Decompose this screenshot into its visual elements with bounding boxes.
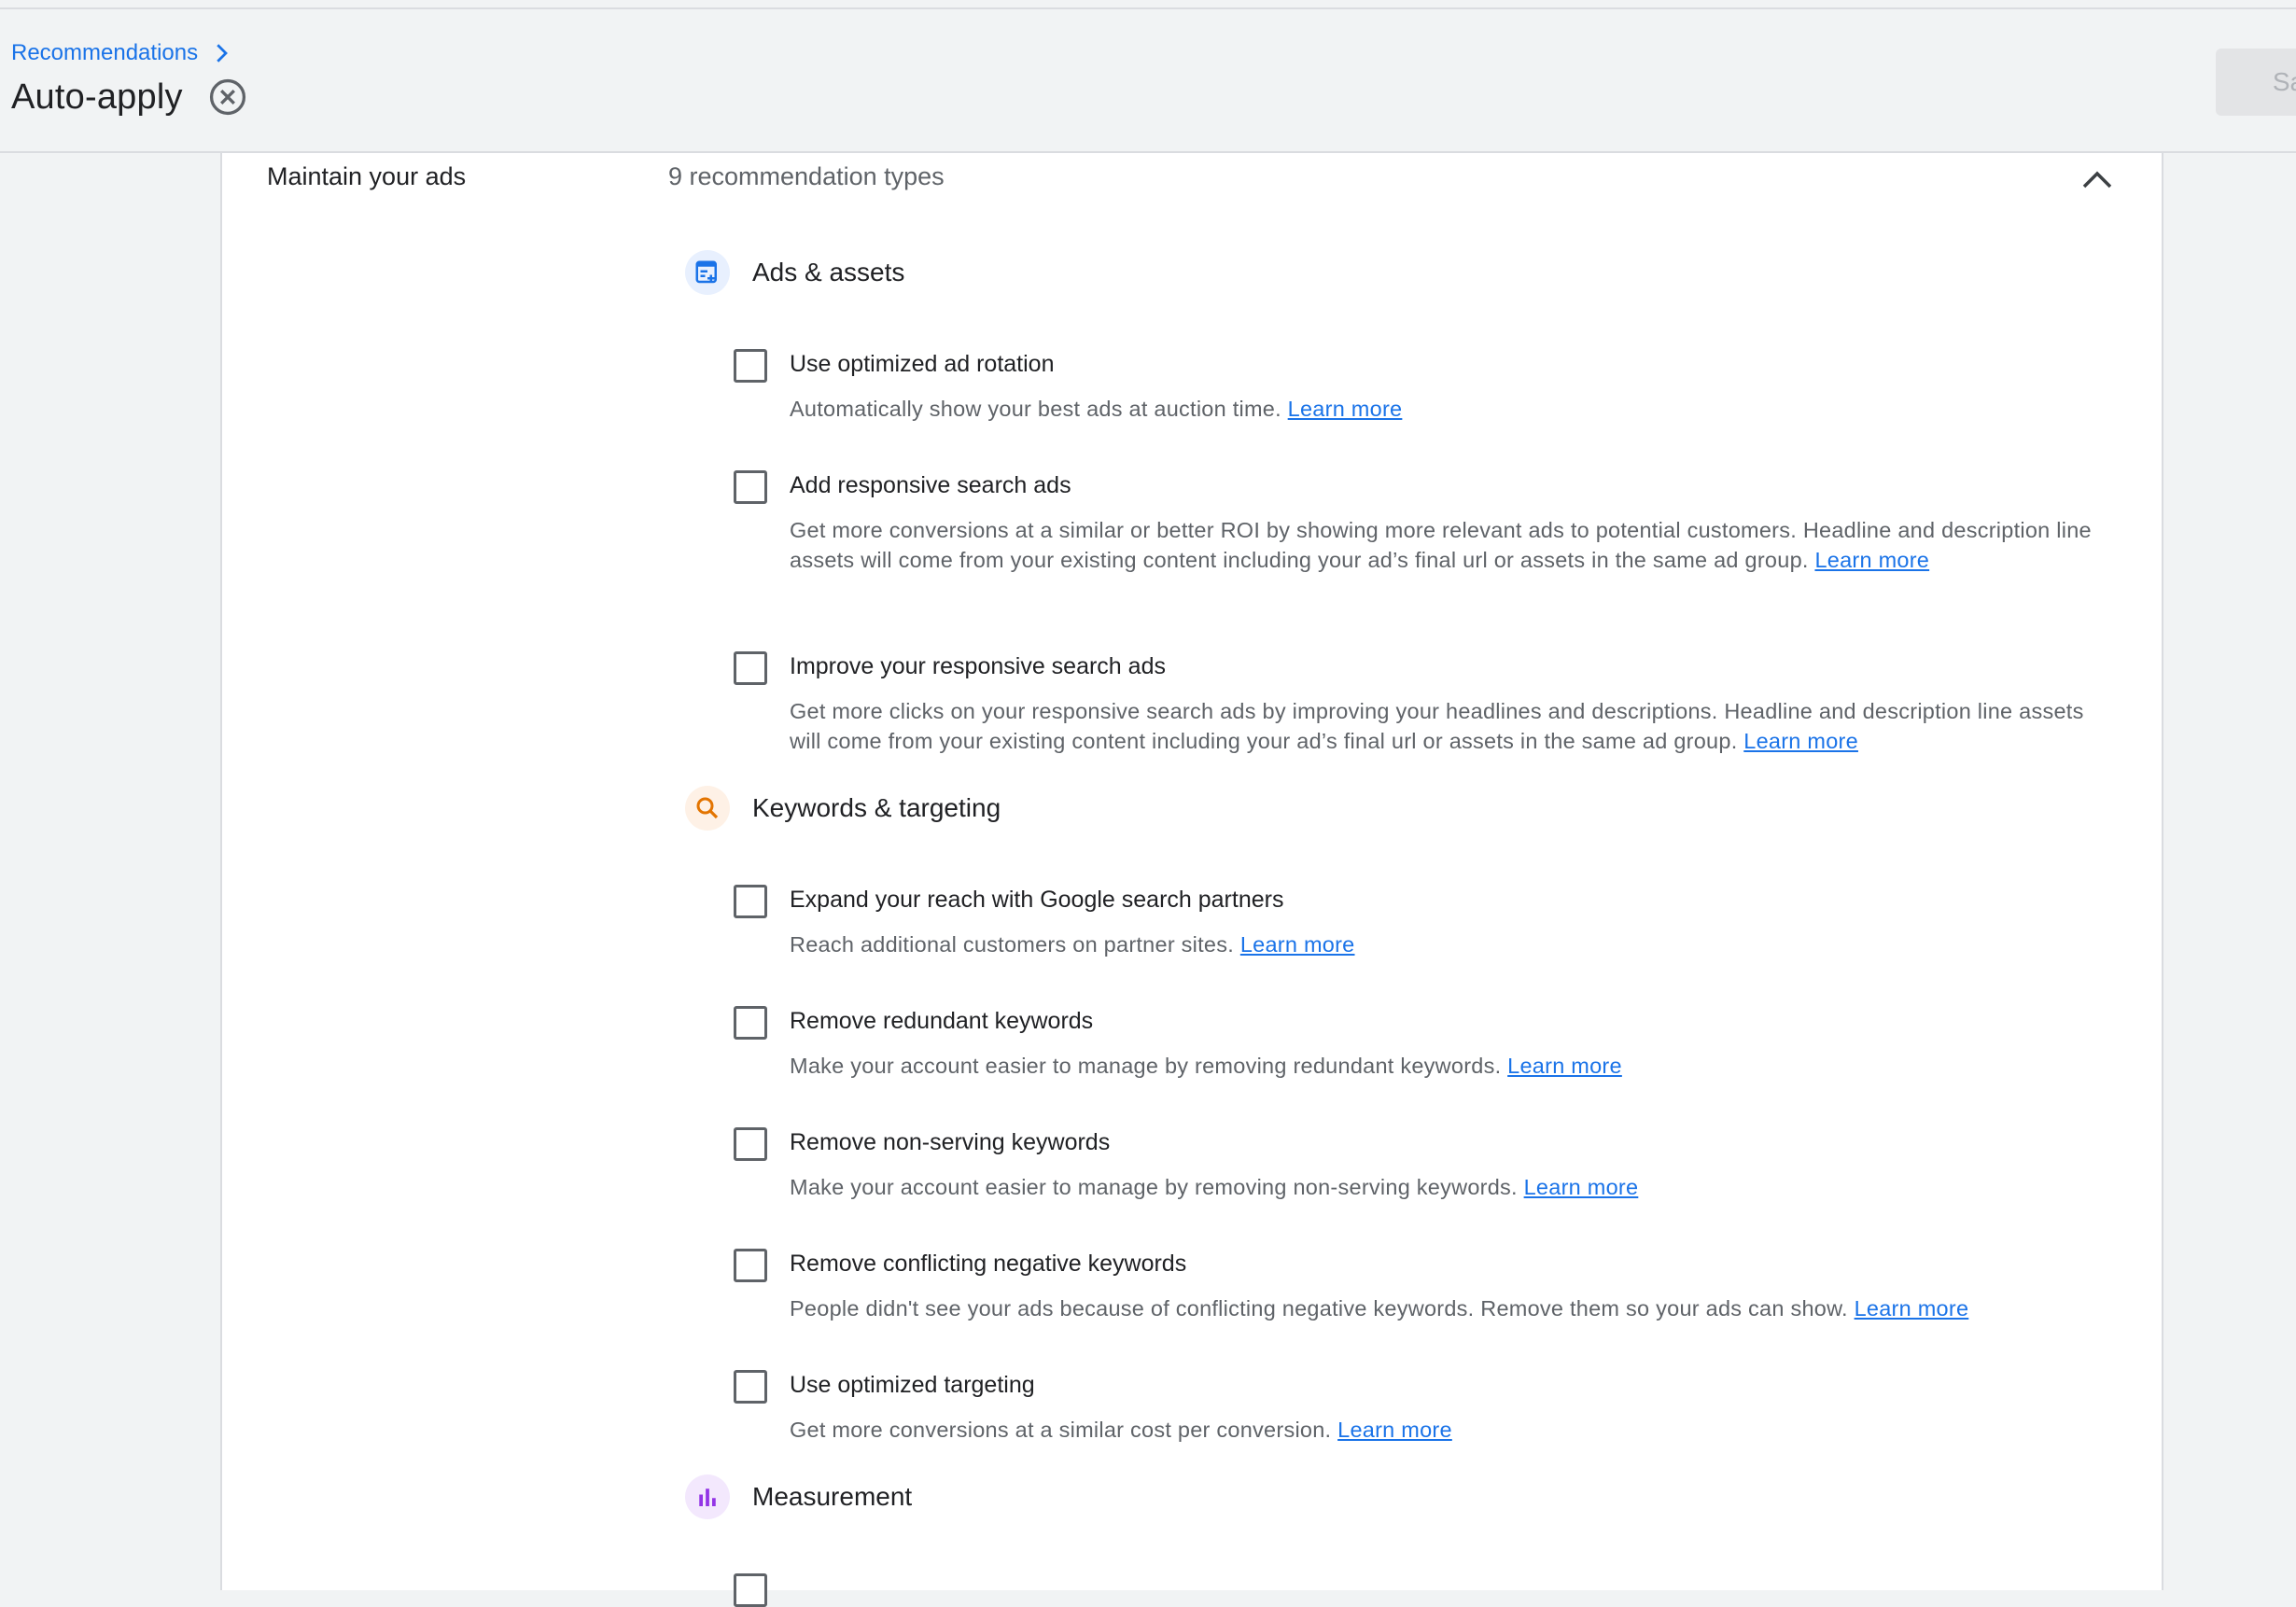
checkbox[interactable] [734, 349, 767, 383]
title-row: Auto-apply [11, 77, 248, 118]
item-title: Expand your reach with Google search par… [790, 887, 1284, 913]
item-description: Make your account easier to manage by re… [790, 1172, 2115, 1202]
top-border [0, 0, 2296, 9]
checkbox[interactable] [734, 885, 767, 918]
item-title: Remove redundant keywords [790, 1008, 1094, 1034]
section-count: 9 recommendation types [668, 162, 945, 190]
item-title: Remove non-serving keywords [790, 1129, 1111, 1155]
learn-more-link[interactable]: Learn more [1743, 729, 1858, 753]
learn-more-link[interactable]: Learn more [1814, 548, 1929, 572]
group-label: Keywords & targeting [752, 793, 1001, 822]
learn-more-link[interactable]: Learn more [1240, 932, 1355, 957]
learn-more-link[interactable]: Learn more [1524, 1175, 1639, 1199]
page-header: Recommendations Auto-apply Sav [0, 9, 2296, 153]
item-description: People didn't see your ads because of co… [790, 1293, 2115, 1323]
chevron-up-icon[interactable] [2078, 161, 2117, 200]
group-label: Ads & assets [752, 258, 905, 286]
checkbox[interactable] [734, 1370, 767, 1404]
learn-more-link[interactable]: Learn more [1288, 397, 1403, 421]
item-title: Add responsive search ads [790, 472, 1071, 498]
bar-chart-icon [685, 1474, 730, 1519]
item-desc-text: Make your account easier to manage by re… [790, 1175, 1518, 1199]
item-desc-text: Make your account easier to manage by re… [790, 1054, 1502, 1078]
group-ads-assets: Ads & assets [685, 250, 904, 295]
breadcrumb-link-recommendations[interactable]: Recommendations [11, 40, 198, 66]
checkbox[interactable] [734, 470, 767, 504]
item-title: Improve your responsive search ads [790, 653, 1166, 679]
item-desc-text: Reach additional customers on partner si… [790, 932, 1235, 957]
item-title: Use optimized targeting [790, 1372, 1035, 1398]
item-description: Get more conversions at a similar or bet… [790, 515, 2115, 575]
checkbox[interactable] [734, 1573, 767, 1607]
item-desc-text: Get more conversions at a similar cost p… [790, 1418, 1332, 1442]
checkbox[interactable] [734, 651, 767, 685]
item-description: Automatically show your best ads at auct… [790, 394, 2115, 424]
item-title: Use optimized ad rotation [790, 351, 1055, 377]
chevron-right-icon [217, 44, 229, 63]
learn-more-link[interactable]: Learn more [1855, 1296, 1969, 1321]
group-keywords-targeting: Keywords & targeting [685, 786, 1001, 831]
breadcrumb: Recommendations [11, 39, 235, 67]
group-measurement: Measurement [685, 1474, 912, 1519]
section-title: Maintain your ads [267, 162, 467, 190]
checkbox[interactable] [734, 1249, 767, 1282]
save-button[interactable]: Sav [2216, 49, 2296, 116]
page-title: Auto-apply [11, 77, 183, 117]
item-description: Make your account easier to manage by re… [790, 1051, 2115, 1081]
item-desc-text: Get more clicks on your responsive searc… [790, 699, 2084, 753]
settings-card: Maintain your ads 9 recommendation types… [220, 153, 2163, 1607]
checkbox[interactable] [734, 1127, 767, 1161]
learn-more-link[interactable]: Learn more [1507, 1054, 1622, 1078]
checkbox[interactable] [734, 1006, 767, 1040]
item-description: Get more clicks on your responsive searc… [790, 696, 2115, 756]
item-description: Get more conversions at a similar cost p… [790, 1415, 2115, 1445]
close-icon[interactable] [207, 77, 248, 118]
ads-assets-icon [685, 250, 730, 295]
learn-more-link[interactable]: Learn more [1337, 1418, 1452, 1442]
search-icon [685, 786, 730, 831]
item-desc-text: Automatically show your best ads at auct… [790, 397, 1281, 421]
item-title: Remove conflicting negative keywords [790, 1251, 1187, 1277]
item-description: Reach additional customers on partner si… [790, 929, 2115, 959]
item-desc-text: People didn't see your ads because of co… [790, 1296, 1848, 1321]
group-label: Measurement [752, 1482, 913, 1511]
